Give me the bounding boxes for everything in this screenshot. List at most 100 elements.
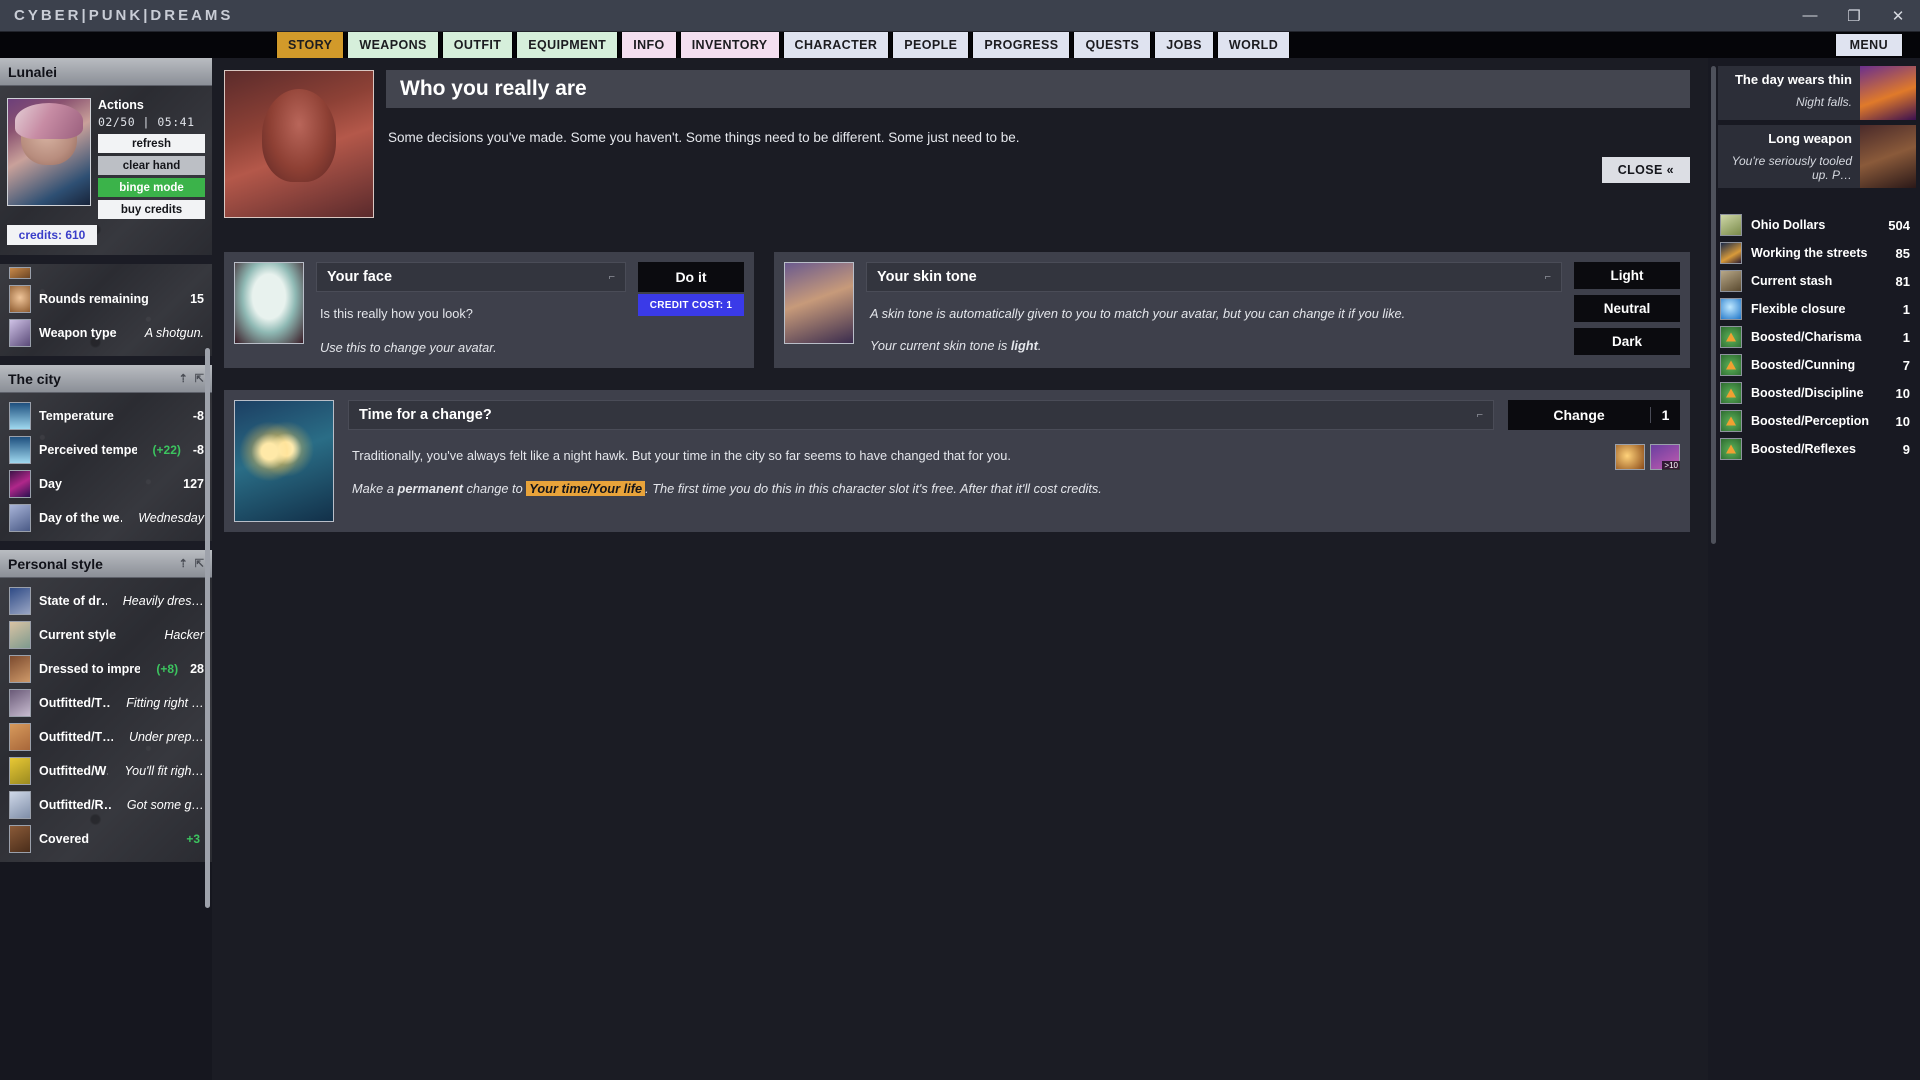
credit-cost-badge[interactable]: CREDIT COST: 1 [638, 294, 744, 316]
table-row[interactable]: Rounds remaining 15 [0, 282, 212, 316]
event-subtitle: Night falls. [1795, 95, 1852, 109]
skin-tone-dark-button[interactable]: Dark [1574, 328, 1680, 355]
table-row[interactable]: Day of the we… Wednesday [0, 501, 212, 535]
chip-icon[interactable]: >10 [1650, 443, 1680, 470]
tab-inventory[interactable]: INVENTORY [679, 32, 780, 58]
card-body: Traditionally, you've always felt like a… [348, 430, 1494, 500]
list-item[interactable]: Working the streets 85 [1718, 239, 1916, 267]
stat-label: Current style [39, 628, 117, 642]
expand-icon[interactable]: ⇱ [195, 372, 204, 385]
table-row[interactable]: Current style Hacker [0, 618, 212, 652]
buy-credits-button[interactable]: buy credits [98, 200, 205, 219]
resource-value: 504 [1888, 217, 1910, 233]
tab-outfit[interactable]: OUTFIT [441, 32, 514, 58]
resource-name: Boosted/Discipline [1751, 386, 1864, 400]
list-item[interactable]: Boosted/Reflexes 9 [1718, 435, 1916, 463]
table-row[interactable]: Outfitted/R… Got some g… [0, 788, 212, 822]
card-title: Your skin tone [877, 269, 977, 285]
tab-world[interactable]: WORLD [1216, 32, 1291, 58]
event-card[interactable]: The day wears thin Night falls. [1718, 66, 1916, 120]
expand-icon[interactable]: ⇱ [195, 557, 204, 570]
right-sidebar-scrollbar[interactable] [1711, 66, 1716, 544]
pin-icon[interactable]: ⌐ [609, 271, 615, 283]
actions-counter: 02/50 | 05:41 [98, 115, 195, 129]
list-item[interactable]: Boosted/Cunning 7 [1718, 351, 1916, 379]
city-panel-body: Temperature -8 Perceived tempe… (+22) -8… [0, 393, 212, 541]
tab-jobs[interactable]: JOBS [1154, 32, 1214, 58]
panel-divider [0, 541, 212, 550]
list-item[interactable]: Flexible closure 1 [1718, 295, 1916, 323]
close-button[interactable]: CLOSE « [1601, 157, 1690, 183]
menu-button[interactable]: MENU [1834, 34, 1903, 56]
table-row[interactable]: Outfitted/T… Under prep… [0, 720, 212, 754]
list-item[interactable]: Boosted/Perception 10 [1718, 407, 1916, 435]
event-card[interactable]: Long weapon You're seriously tooled up. … [1718, 125, 1916, 188]
close-icon[interactable]: ✕ [1876, 0, 1920, 32]
tab-people[interactable]: PEOPLE [892, 32, 970, 58]
table-row[interactable]: Dressed to impress (+8) 28 [0, 652, 212, 686]
main-tab-bar: STORY WEAPONS OUTFIT EQUIPMENT INFO INVE… [0, 32, 1920, 58]
card-title-bar: Your face ⌐ [316, 262, 626, 292]
clipped-icon [9, 267, 31, 279]
card-description: A skin tone is automatically given to yo… [870, 306, 1406, 321]
list-item[interactable]: Current stash 81 [1718, 267, 1916, 295]
outfitted-trousers-icon [9, 723, 31, 751]
chip-icon[interactable] [1615, 443, 1645, 470]
event-title: The day wears thin [1734, 72, 1852, 87]
table-row[interactable]: Temperature -8 [0, 399, 212, 433]
table-row[interactable]: State of dr… Heavily dres… [0, 584, 212, 618]
character-panel-body: Actions 02/50 | 05:41 refresh clear hand… [0, 86, 212, 255]
tab-character[interactable]: CHARACTER [782, 32, 890, 58]
terms-highlight[interactable]: Your time/Your life [526, 481, 646, 497]
change-description: Traditionally, you've always felt like a… [352, 447, 1011, 463]
clear-hand-button[interactable]: clear hand [98, 156, 205, 175]
avatar[interactable] [7, 98, 91, 206]
tab-progress[interactable]: PROGRESS [972, 32, 1071, 58]
current-skin-tone-line: Your current skin tone is light. [870, 336, 1560, 356]
panel-divider [0, 255, 212, 264]
pin-icon[interactable]: ⌐ [1545, 271, 1551, 283]
character-card: Actions 02/50 | 05:41 refresh clear hand… [0, 92, 212, 223]
closure-icon [1720, 298, 1742, 320]
tab-info[interactable]: INFO [621, 32, 677, 58]
panel-divider [0, 356, 212, 365]
table-row[interactable]: Covered +3 [0, 822, 212, 856]
left-sidebar-scrollbar[interactable] [205, 348, 210, 908]
tab-story[interactable]: STORY [276, 32, 345, 58]
list-item[interactable]: Boosted/Discipline 10 [1718, 379, 1916, 407]
table-row[interactable]: Outfitted/W… You'll fit righ… [0, 754, 212, 788]
outfitted-work-icon [9, 757, 31, 785]
table-row[interactable]: Weapon type A shotgun. [0, 316, 212, 350]
binge-mode-button[interactable]: binge mode [98, 178, 205, 197]
list-item[interactable]: Boosted/Charisma 1 [1718, 323, 1916, 351]
minimize-icon[interactable]: — [1788, 0, 1832, 32]
credits-display[interactable]: credits: 610 [7, 225, 97, 245]
collapse-icon[interactable]: ⇡ [179, 557, 188, 570]
skin-tone-neutral-button[interactable]: Neutral [1574, 295, 1680, 322]
page-title: Who you really are [386, 70, 1690, 108]
tab-equipment[interactable]: EQUIPMENT [516, 32, 619, 58]
stat-label: Dressed to impress [39, 662, 141, 676]
change-button[interactable]: Change 1 [1508, 399, 1680, 430]
list-item[interactable]: Ohio Dollars 504 [1718, 211, 1916, 239]
refresh-button[interactable]: refresh [98, 134, 205, 153]
stat-value: A shotgun. [144, 326, 204, 340]
stat-value: Got some g… [126, 798, 204, 812]
resource-name: Flexible closure [1751, 302, 1846, 316]
collapse-icon[interactable]: ⇡ [179, 372, 188, 385]
table-row[interactable]: Perceived tempe… (+22) -8 [0, 433, 212, 467]
tab-quests[interactable]: QUESTS [1073, 32, 1152, 58]
boost-arrow-icon [1720, 438, 1742, 460]
card-title: Time for a change? [359, 406, 492, 423]
event-text: The day wears thin Night falls. [1718, 66, 1860, 120]
pin-icon[interactable]: ⌐ [1477, 409, 1483, 421]
table-row[interactable]: Day 127 [0, 467, 212, 501]
table-row[interactable]: Outfitted/T… Fitting right … [0, 686, 212, 720]
do-it-button[interactable]: Do it [638, 262, 744, 292]
skin-tone-light-button[interactable]: Light [1574, 262, 1680, 289]
choice-cards: Your face ⌐ Is this really how you look?… [224, 252, 1690, 368]
terms-permanent: permanent [397, 481, 463, 497]
maximize-icon[interactable]: ❐ [1832, 0, 1876, 32]
stat-label: Temperature [39, 409, 114, 423]
tab-weapons[interactable]: WEAPONS [347, 32, 439, 58]
